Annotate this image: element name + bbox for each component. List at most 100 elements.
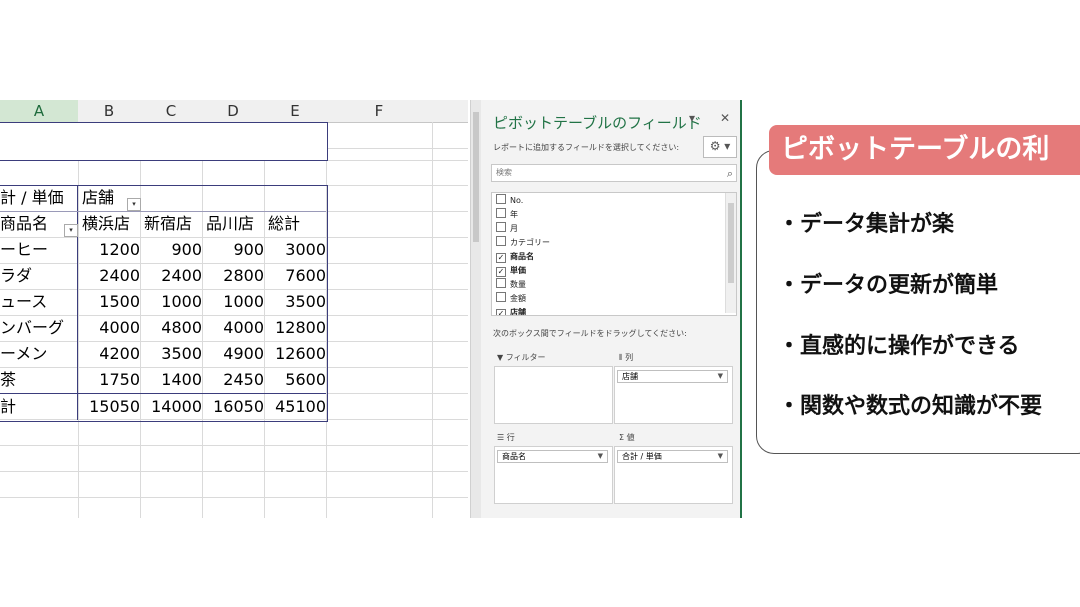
chevron-down-icon[interactable]: ▼ [598,451,603,462]
field-item-quantity[interactable]: 数量 [496,278,526,291]
field-item-no[interactable]: No. [496,194,523,207]
checkbox[interactable] [496,222,506,232]
field-item-price[interactable]: ✓ 単価 [496,264,526,277]
grand-total-label[interactable]: 計 [0,394,16,420]
value-cell[interactable]: 4800 [140,315,205,341]
value-cell[interactable]: 7600 [264,263,329,289]
drag-hint: 次のボックス間でフィールドをドラッグしてください: [493,329,687,338]
value-cell[interactable]: 2400 [78,263,143,289]
field-item-store[interactable]: ✓ 店舗 [496,306,526,315]
checkbox-checked-icon[interactable]: ✓ [496,253,506,263]
field-list: No. 年 月 カテゴリー ✓ 商品名 ✓ 単価 数量 金額 ✓ 店舗 [491,192,737,316]
total-cell[interactable]: 16050 [202,394,267,420]
row-label[interactable]: ュース [0,289,47,315]
sigma-icon: Σ [619,433,627,442]
values-area-box[interactable]: 合計 / 単価 ▼ [614,446,733,504]
field-list-scrollbar[interactable] [725,193,736,313]
value-cell[interactable]: 900 [202,237,267,263]
value-cell[interactable]: 1500 [78,289,143,315]
value-cell[interactable]: 3500 [140,341,205,367]
row-label[interactable]: ラダ [0,263,32,289]
value-cell[interactable]: 2450 [202,367,267,393]
value-cell[interactable]: 3000 [264,237,329,263]
store-header[interactable]: 新宿店 [144,211,192,237]
value-cell[interactable]: 4000 [78,315,143,341]
checkbox[interactable] [496,292,506,302]
value-cell[interactable]: 3500 [264,289,329,315]
checkbox-checked-icon[interactable]: ✓ [496,267,506,277]
row-label[interactable]: ンバーグ [0,315,64,341]
checkbox[interactable] [496,278,506,288]
column-header-d[interactable]: D [202,100,265,123]
pivot-col-field[interactable]: 店舗 [82,185,114,211]
rows-area-box[interactable]: 商品名 ▼ [494,446,613,504]
value-cell[interactable]: 1750 [78,367,143,393]
value-cell[interactable]: 4200 [78,341,143,367]
total-cell[interactable]: 14000 [140,394,205,420]
values-chip[interactable]: 合計 / 単価 ▼ [617,450,728,463]
column-header-a[interactable]: A [0,100,79,124]
value-cell[interactable]: 5600 [264,367,329,393]
benefits-title: ピボットテーブルの利 [769,125,1080,175]
columns-area-box[interactable]: 店舗 ▼ [614,366,733,424]
checkbox[interactable] [496,194,506,204]
pane-subtitle: レポートに追加するフィールドを選択してください: [493,143,680,152]
value-cell[interactable]: 1200 [78,237,143,263]
chevron-down-icon[interactable]: ▼ [718,371,723,382]
row-label[interactable]: 茶 [0,367,16,393]
spreadsheet-grid[interactable]: A B C D E F 計 / 単価 店舗 ▾ 商品名 ▾ 横浜店 新宿店 品川… [0,100,468,518]
benefit-item: ・関数や数式の知識が不要 [778,394,1043,419]
total-cell[interactable]: 15050 [78,394,143,420]
checkbox-checked-icon[interactable]: ✓ [496,309,506,315]
value-cell[interactable]: 2800 [202,263,267,289]
gear-icon[interactable]: ⚙ ▾ [703,136,737,158]
store-header[interactable]: 横浜店 [82,211,130,237]
benefit-item: ・データ集計が楽 [778,212,955,237]
pivot-field-pane: ピボットテーブルのフィールド ▾ ✕ レポートに追加するフィールドを選択してくだ… [470,100,742,518]
value-cell[interactable]: 4000 [202,315,267,341]
value-cell[interactable]: 1400 [140,367,205,393]
rows-chip[interactable]: 商品名 ▼ [497,450,608,463]
row-label[interactable]: ーヒー [0,237,48,263]
columns-chip[interactable]: 店舗 ▼ [617,370,728,383]
pivot-filter-area [0,122,328,161]
chevron-down-icon[interactable]: ▼ [718,451,723,462]
value-cell[interactable]: 12800 [264,315,329,341]
filter-area-box[interactable] [494,366,613,424]
grand-total-header[interactable]: 総計 [268,211,300,237]
store-header[interactable]: 品川店 [206,211,254,237]
field-item-category[interactable]: カテゴリー [496,236,550,249]
rows-area-label: ☰ 行 [497,433,515,442]
checkbox[interactable] [496,208,506,218]
column-header-b[interactable]: B [78,100,141,123]
row-label[interactable]: ーメン [0,341,47,367]
pane-options-chevron-icon[interactable]: ▾ [689,111,695,125]
column-header-g[interactable] [432,100,468,123]
field-item-month[interactable]: 月 [496,222,518,235]
col-field-dropdown-icon[interactable]: ▾ [127,198,141,211]
field-search-input[interactable]: 検索 ⌕ [491,164,737,182]
column-header-c[interactable]: C [140,100,203,123]
value-cell[interactable]: 1000 [140,289,205,315]
value-cell[interactable]: 4900 [202,341,267,367]
column-header-f[interactable]: F [326,100,433,123]
total-cell[interactable]: 45100 [264,394,329,420]
filter-area-label: ▼ フィルター [497,353,546,362]
value-cell[interactable]: 1000 [202,289,267,315]
search-icon: ⌕ [726,167,733,180]
value-cell[interactable]: 900 [140,237,205,263]
column-header-e[interactable]: E [264,100,327,123]
field-item-year[interactable]: 年 [496,208,518,221]
field-item-amount[interactable]: 金額 [496,292,526,305]
pane-title: ピボットテーブルのフィールド [493,114,702,132]
row-field-dropdown-icon[interactable]: ▾ [64,224,78,237]
rows-icon: ☰ [497,433,507,442]
close-icon[interactable]: ✕ [720,111,730,125]
pivot-value-header[interactable]: 計 / 単価 [0,185,78,211]
value-cell[interactable]: 12600 [264,341,329,367]
checkbox[interactable] [496,236,506,246]
field-item-product[interactable]: ✓ 商品名 [496,250,534,263]
pane-scrollbar[interactable] [471,100,481,518]
search-placeholder: 検索 [496,168,512,177]
value-cell[interactable]: 2400 [140,263,205,289]
